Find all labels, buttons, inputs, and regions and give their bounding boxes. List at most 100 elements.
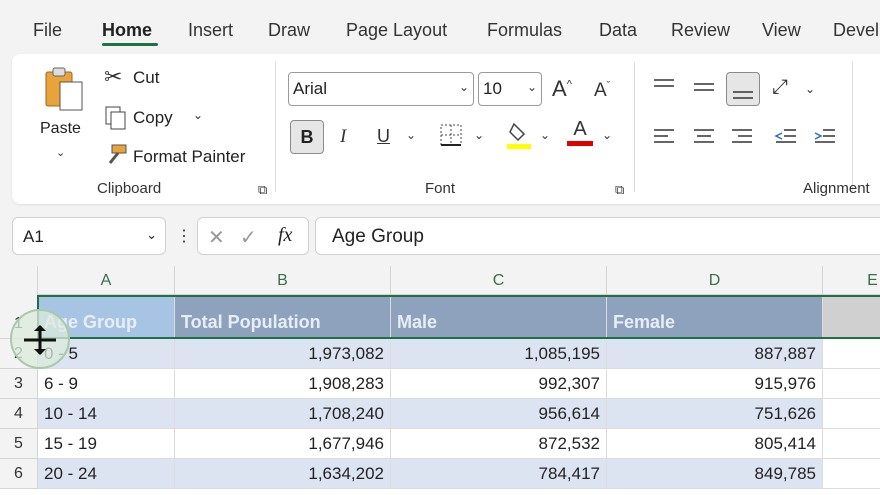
decrease-indent-icon[interactable]	[774, 126, 798, 153]
cancel-icon[interactable]: ✕	[208, 225, 225, 250]
table-cell[interactable]: 15 - 19	[38, 429, 175, 459]
column-header-b[interactable]: B	[175, 266, 391, 295]
table-cell[interactable]: 1,634,202	[175, 459, 391, 489]
tab-view[interactable]: View	[762, 20, 801, 41]
insert-function-icon[interactable]: fx	[278, 224, 292, 247]
table-cell[interactable]: 805,414	[607, 429, 823, 459]
font-color-icon[interactable]: A	[567, 118, 593, 146]
select-all-corner[interactable]	[0, 266, 38, 295]
tab-insert[interactable]: Insert	[188, 20, 233, 41]
table-cell[interactable]: 915,976	[607, 369, 823, 399]
group-separator	[852, 62, 853, 192]
copy-button[interactable]: Copy	[133, 108, 173, 128]
name-box-value: A1	[23, 227, 44, 246]
align-middle-icon[interactable]	[692, 80, 716, 103]
table-cell[interactable]: 872,532	[391, 429, 607, 459]
table-cell[interactable]: 956,614	[391, 399, 607, 429]
formula-input[interactable]: Age Group	[315, 217, 880, 255]
table-cell[interactable]: 20 - 24	[38, 459, 175, 489]
chevron-down-icon: ⌄	[458, 80, 469, 94]
name-box[interactable]: A1 ⌄	[12, 217, 166, 255]
increase-font-size-icon[interactable]: A^	[552, 76, 572, 102]
column-header-a[interactable]: A	[38, 266, 175, 295]
decrease-font-size-icon[interactable]: Aˇ	[594, 80, 610, 102]
tab-data[interactable]: Data	[599, 20, 637, 41]
chevron-down-icon[interactable]: ⌄	[474, 128, 484, 142]
chevron-down-icon[interactable]: ⌄	[193, 108, 203, 122]
tab-developer[interactable]: Devel	[833, 20, 879, 41]
table-cell[interactable]: 992,307	[391, 369, 607, 399]
table-cell[interactable]: 1,085,195	[391, 339, 607, 369]
tab-formulas[interactable]: Formulas	[487, 20, 562, 41]
align-bottom-icon	[731, 86, 755, 109]
column-header-c[interactable]: C	[391, 266, 607, 295]
chevron-down-icon[interactable]: ⌄	[805, 82, 815, 96]
chevron-down-icon[interactable]: ⌄	[406, 128, 416, 142]
fill-color-icon[interactable]	[506, 120, 532, 155]
menu-bar: File Home Insert Draw Page Layout Formul…	[0, 0, 880, 56]
table-cell[interactable]	[823, 339, 880, 369]
table-cell[interactable]: 849,785	[607, 459, 823, 489]
chevron-down-icon: ⌄	[146, 227, 157, 242]
table-cell[interactable]: 1,908,283	[175, 369, 391, 399]
borders-icon[interactable]	[440, 124, 462, 151]
table-cell[interactable]: 784,417	[391, 459, 607, 489]
format-painter-button[interactable]: Format Painter	[133, 147, 245, 167]
table-cell[interactable]	[823, 459, 880, 489]
font-group-label: Font	[425, 180, 456, 197]
scissors-icon[interactable]: ✂	[104, 64, 122, 90]
font-size-select[interactable]: 10 ⌄	[478, 72, 542, 106]
align-center-icon[interactable]	[692, 126, 716, 153]
tab-page-layout[interactable]: Page Layout	[346, 20, 447, 41]
tab-review[interactable]: Review	[671, 20, 730, 41]
check-icon[interactable]: ✓	[240, 225, 257, 250]
format-painter-icon[interactable]	[104, 143, 128, 172]
row-header-6[interactable]: 6	[0, 459, 38, 489]
font-size-value: 10	[483, 79, 502, 98]
table-cell[interactable]: 10 - 14	[38, 399, 175, 429]
tab-draw[interactable]: Draw	[268, 20, 310, 41]
group-separator	[275, 62, 276, 192]
clipboard-group-label: Clipboard	[97, 180, 162, 197]
row-resize-cursor-icon[interactable]	[22, 323, 58, 362]
tab-file[interactable]: File	[33, 20, 62, 41]
orientation-icon[interactable]: ⤢	[772, 76, 788, 99]
chevron-down-icon[interactable]: ⌄	[540, 128, 550, 142]
more-options-icon[interactable]: ⋮	[176, 226, 192, 246]
font-name-value: Arial	[293, 79, 328, 98]
chevron-down-icon: ⌄	[526, 80, 537, 94]
cut-button[interactable]: Cut	[133, 68, 159, 88]
tab-home[interactable]: Home	[102, 20, 152, 41]
table-cell[interactable]: 1,677,946	[175, 429, 391, 459]
table-cell[interactable]	[823, 369, 880, 399]
row-header-4[interactable]: 4	[0, 399, 38, 429]
chevron-down-icon[interactable]: ⌄	[602, 128, 612, 142]
align-top-icon[interactable]	[652, 78, 676, 101]
font-name-select[interactable]: Arial ⌄	[288, 72, 474, 106]
active-tab-indicator	[102, 43, 158, 46]
bold-button[interactable]: B	[290, 120, 324, 154]
dialog-launcher-icon[interactable]: ⧉	[615, 182, 624, 198]
italic-button[interactable]: I	[340, 126, 346, 148]
column-header-e[interactable]: E	[823, 266, 880, 295]
align-left-icon[interactable]	[652, 126, 676, 153]
table-cell[interactable]	[823, 429, 880, 459]
formula-value: Age Group	[332, 226, 424, 247]
chevron-down-icon[interactable]: ⌄	[56, 146, 65, 159]
dialog-launcher-icon[interactable]: ⧉	[258, 182, 267, 198]
align-right-icon[interactable]	[730, 126, 754, 153]
row-header-3[interactable]: 3	[0, 369, 38, 399]
paste-icon[interactable]	[42, 66, 88, 119]
copy-icon[interactable]	[104, 105, 128, 136]
row-header-5[interactable]: 5	[0, 429, 38, 459]
table-cell[interactable]: 751,626	[607, 399, 823, 429]
increase-indent-icon[interactable]	[813, 126, 837, 153]
table-cell[interactable]: 1,708,240	[175, 399, 391, 429]
table-cell[interactable]	[823, 399, 880, 429]
table-cell[interactable]: 6 - 9	[38, 369, 175, 399]
table-cell[interactable]: 1,973,082	[175, 339, 391, 369]
underline-button[interactable]: U	[377, 126, 390, 147]
paste-label[interactable]: Paste	[40, 120, 81, 138]
table-cell[interactable]: 887,887	[607, 339, 823, 369]
column-header-d[interactable]: D	[607, 266, 823, 295]
